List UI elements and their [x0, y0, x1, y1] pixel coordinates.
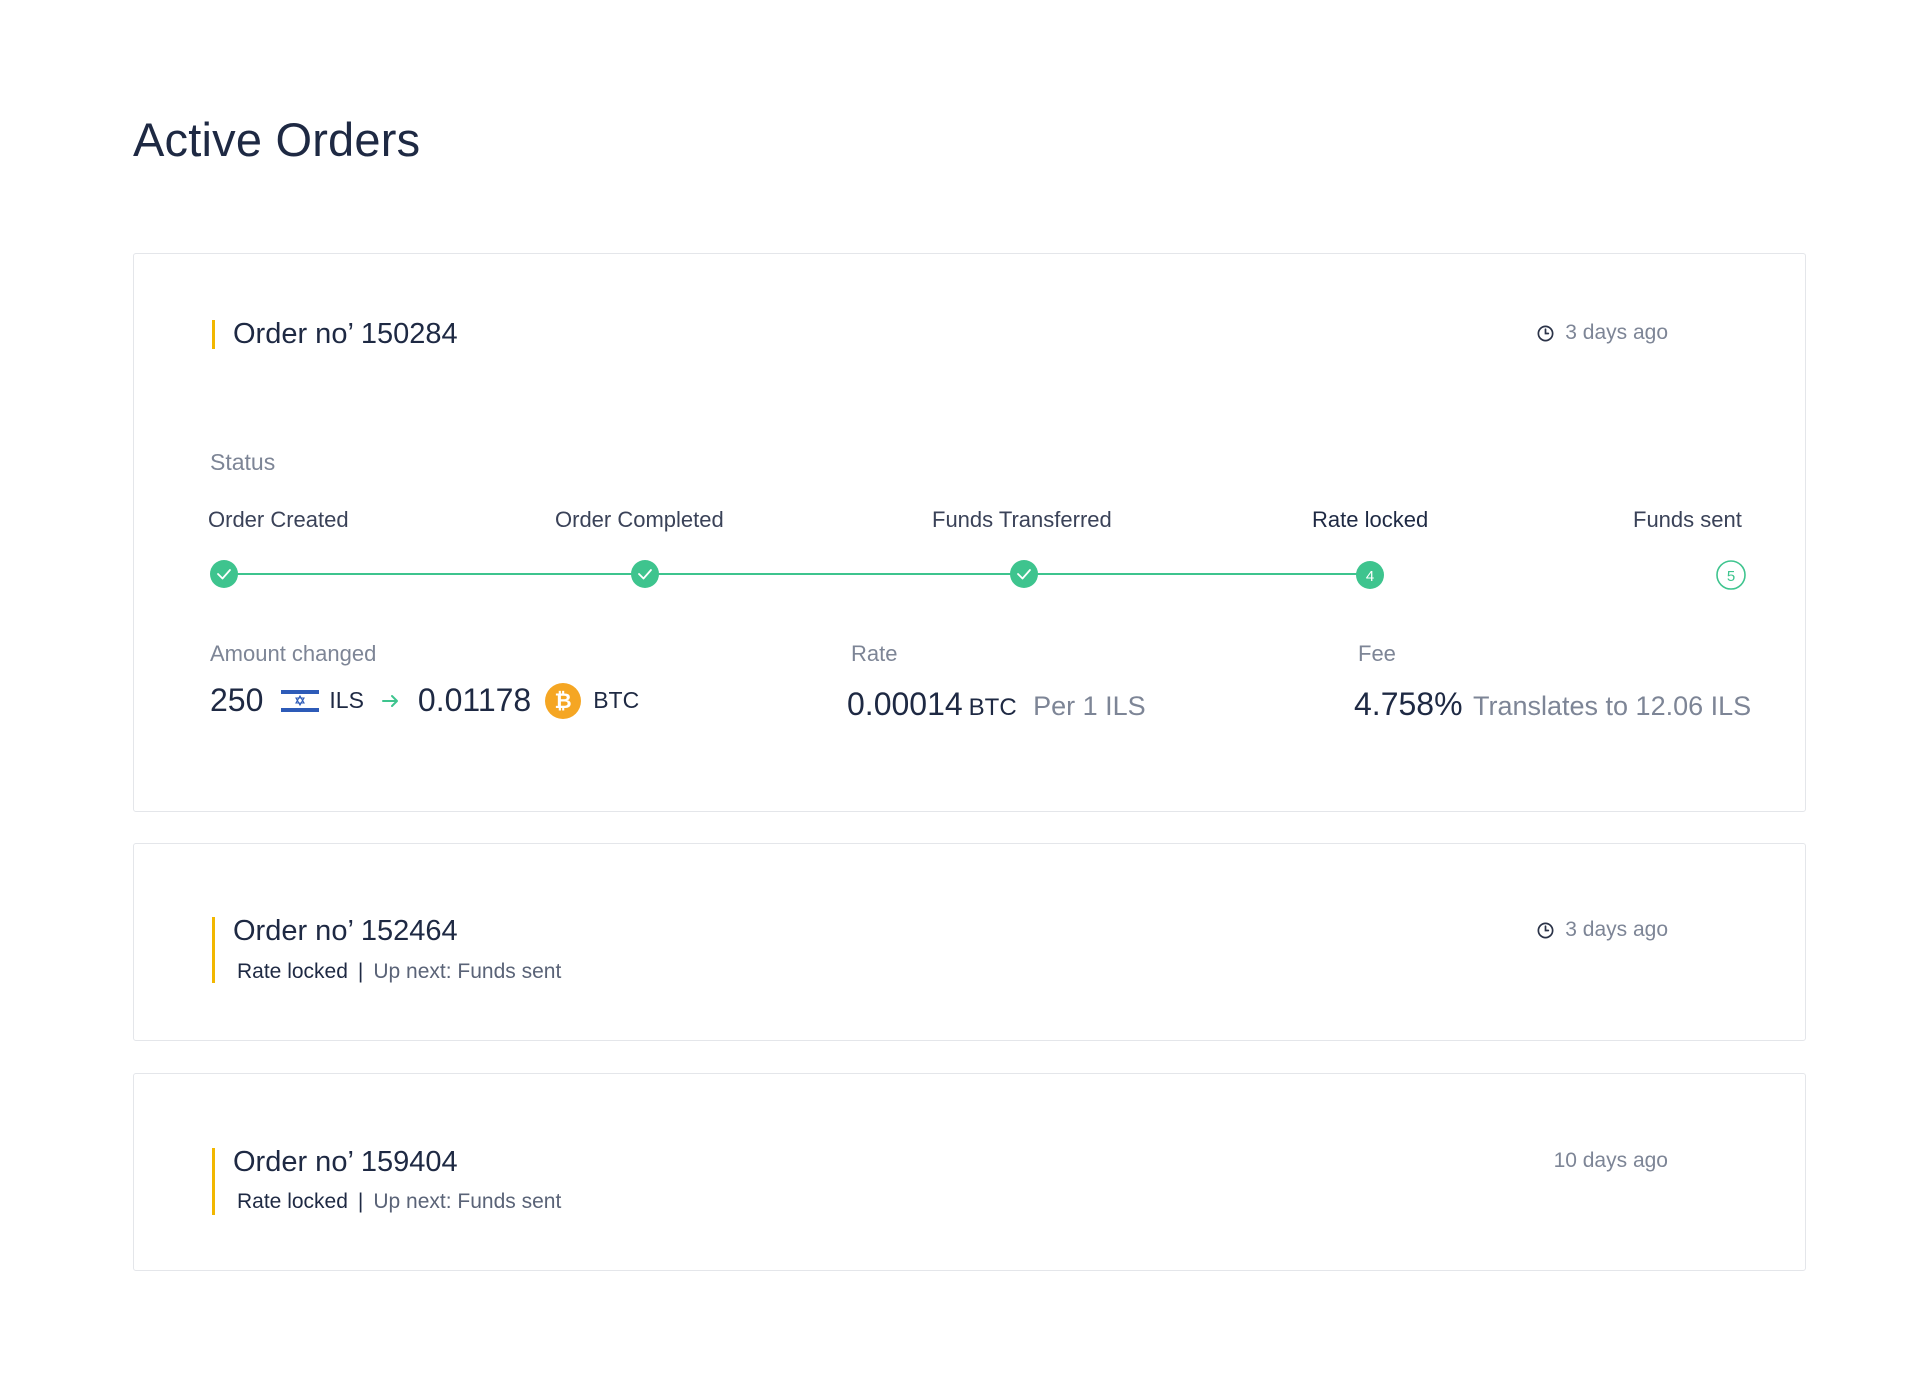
time-ago-text: 3 days ago	[1565, 918, 1668, 941]
step-label-rate-locked: Rate locked	[1312, 507, 1429, 532]
amount-row: 250 ILS 0.01178 ₿ BTC	[210, 682, 639, 719]
step-marker-funds-transferred	[1010, 560, 1038, 588]
arrow-right-icon	[381, 694, 398, 707]
step-label-funds-transferred: Funds Transferred	[932, 507, 1112, 532]
to-currency: BTC	[593, 687, 640, 713]
step-label-order-created: Order Created	[208, 507, 349, 532]
order-card-expanded[interactable]: Order no’ 150284 3 days ago Status Order…	[133, 253, 1806, 812]
from-currency: ILS	[329, 687, 364, 713]
time-ago-text: 10 days ago	[1553, 1149, 1668, 1172]
rate-per: Per 1 ILS	[1033, 691, 1146, 721]
order-number: Order no’ 150284	[233, 318, 458, 350]
step-marker-number: 4	[1366, 568, 1374, 585]
order-status-line: Rate locked | Up next: Funds sent	[237, 1190, 561, 1214]
israel-flag-icon	[281, 687, 320, 714]
fee-value: 4.758%	[1354, 686, 1463, 722]
order-number: Order no’ 152464	[233, 915, 458, 947]
status-progress-track: 4 5	[210, 560, 1746, 590]
order-next-step: Up next: Funds sent	[373, 1190, 562, 1213]
step-label-funds-sent: Funds sent	[1633, 507, 1742, 532]
rate-currency: BTC	[968, 694, 1017, 721]
time-ago-text: 3 days ago	[1565, 321, 1668, 344]
step-marker-rate-locked: 4	[1356, 561, 1384, 589]
order-status-line: Rate locked | Up next: Funds sent	[237, 960, 561, 984]
order-accent-bar	[212, 917, 215, 983]
page-title: Active Orders	[133, 113, 421, 166]
order-next-step: Up next: Funds sent	[373, 960, 562, 983]
order-time: 3 days ago	[1536, 918, 1668, 942]
order-status: Rate locked	[237, 960, 348, 983]
order-time: 3 days ago	[1536, 321, 1668, 345]
status-separator: |	[357, 960, 364, 983]
order-time: 10 days ago	[1554, 1149, 1668, 1173]
step-marker-order-completed	[631, 560, 659, 588]
step-label-order-completed: Order Completed	[555, 507, 724, 532]
step-marker-funds-sent: 5	[1716, 560, 1746, 590]
order-number: Order no’ 159404	[233, 1146, 458, 1178]
bitcoin-icon: ₿	[545, 682, 582, 719]
step-marker-order-created	[210, 560, 238, 588]
order-accent-bar	[212, 320, 215, 349]
order-accent-bar	[212, 1148, 215, 1215]
amount-label: Amount changed	[210, 641, 377, 666]
status-label: Status	[210, 449, 276, 475]
clock-icon	[1537, 325, 1554, 341]
fee-value-row: 4.758% Translates to 12.06 ILS	[1354, 686, 1751, 723]
to-amount: 0.01178	[417, 682, 532, 718]
step-marker-number: 5	[1727, 568, 1735, 585]
fee-note: Translates to 12.06 ILS	[1472, 691, 1752, 721]
from-amount: 250	[210, 682, 264, 718]
clock-icon	[1537, 922, 1554, 938]
order-card[interactable]: Order no’ 152464 Rate locked | Up next: Fu…	[133, 843, 1806, 1041]
rate-value-row: 0.00014 BTC Per 1 ILS	[847, 686, 1146, 723]
order-card[interactable]: Order no’ 159404 Rate locked | Up next: Fu…	[133, 1073, 1806, 1271]
rate-value: 0.00014	[847, 686, 963, 722]
fee-label: Fee	[1358, 641, 1396, 666]
status-separator: |	[357, 1190, 364, 1213]
rate-label: Rate	[851, 641, 898, 666]
order-status: Rate locked	[237, 1190, 348, 1213]
svg-text:₿: ₿	[555, 689, 572, 713]
